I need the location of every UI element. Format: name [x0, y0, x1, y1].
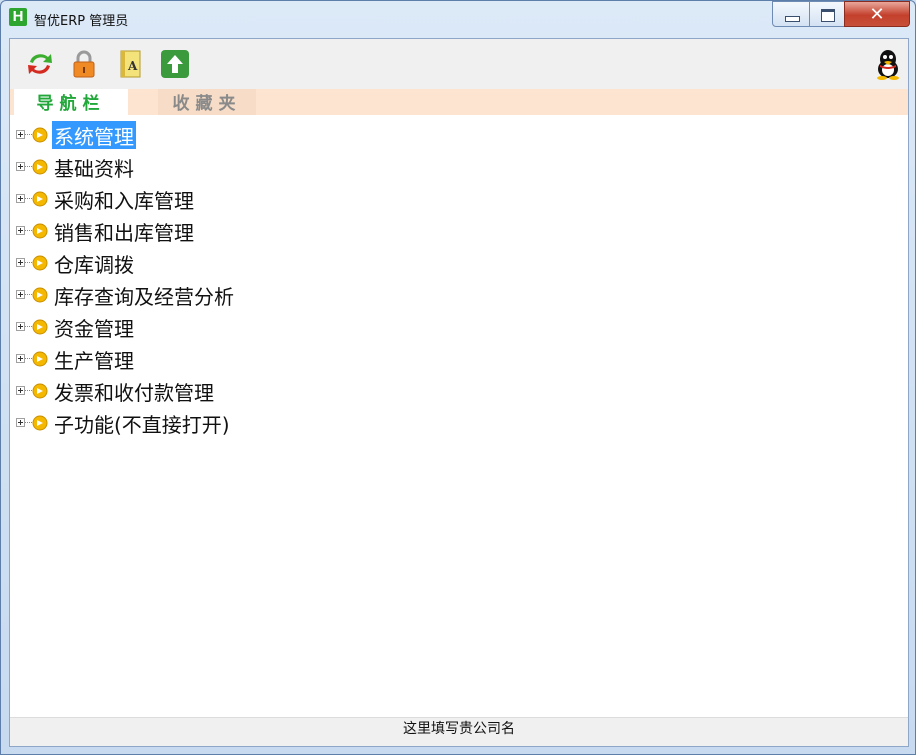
- tree-node-label[interactable]: 资金管理: [52, 313, 136, 341]
- close-button[interactable]: ✕: [844, 1, 910, 27]
- expand-plus-icon[interactable]: [16, 130, 25, 139]
- lock-icon[interactable]: [68, 48, 100, 80]
- minimize-button[interactable]: [772, 1, 810, 27]
- svg-text:A: A: [127, 59, 138, 73]
- tree-connector: [25, 262, 32, 263]
- tree-connector: [25, 134, 32, 135]
- expand-plus-icon[interactable]: [16, 258, 25, 267]
- tree-node-label[interactable]: 子功能(不直接打开): [52, 409, 232, 437]
- folder-arrow-icon: [32, 415, 48, 431]
- tab-navigation[interactable]: 导航栏: [14, 89, 128, 115]
- tree-node-label[interactable]: 基础资料: [52, 153, 136, 181]
- status-bar: 这里填写贵公司名: [10, 717, 908, 746]
- tree-node[interactable]: 基础资料: [10, 151, 410, 183]
- book-icon[interactable]: A: [114, 48, 146, 80]
- qq-penguin-icon[interactable]: [872, 48, 904, 80]
- tree-node-label[interactable]: 库存查询及经营分析: [52, 281, 236, 309]
- tree-node[interactable]: 发票和收付款管理: [10, 375, 410, 407]
- expand-plus-icon[interactable]: [16, 386, 25, 395]
- tree-node[interactable]: 生产管理: [10, 343, 410, 375]
- expand-plus-icon[interactable]: [16, 194, 25, 203]
- folder-arrow-icon: [32, 287, 48, 303]
- folder-arrow-icon: [32, 351, 48, 367]
- expand-plus-icon[interactable]: [16, 226, 25, 235]
- tree-node[interactable]: 销售和出库管理: [10, 215, 410, 247]
- folder-arrow-icon: [32, 383, 48, 399]
- folder-arrow-icon: [32, 319, 48, 335]
- upload-icon[interactable]: [159, 48, 191, 80]
- toolbar: A: [10, 39, 908, 89]
- tree-node[interactable]: 库存查询及经营分析: [10, 279, 410, 311]
- company-name: 这里填写贵公司名: [403, 721, 515, 737]
- tree-node[interactable]: 采购和入库管理: [10, 183, 410, 215]
- client-area: A 导航栏 收藏夹 系统管理基础资料采购和入库管理 销售和出库管理 仓库调拨库存查询…: [9, 38, 909, 747]
- tree-node[interactable]: 仓库调拨: [10, 247, 410, 279]
- app-window: H 智优ERP 管理员 ✕ A 导航栏 收藏夹 系统管理 基础资料 采购和入库管…: [0, 0, 916, 755]
- expand-plus-icon[interactable]: [16, 418, 25, 427]
- expand-plus-icon[interactable]: [16, 290, 25, 299]
- tree-connector: [25, 166, 32, 167]
- maximize-button[interactable]: [809, 1, 845, 27]
- folder-arrow-icon: [32, 255, 48, 271]
- tree-node[interactable]: 系统管理: [10, 119, 410, 151]
- folder-arrow-icon: [32, 159, 48, 175]
- tree-connector: [25, 390, 32, 391]
- refresh-icon[interactable]: [24, 48, 56, 80]
- tree-node-label[interactable]: 系统管理: [52, 121, 136, 149]
- expand-plus-icon[interactable]: [16, 162, 25, 171]
- tree-node[interactable]: 资金管理: [10, 311, 410, 343]
- tree-connector: [25, 294, 32, 295]
- tree-node-label[interactable]: 采购和入库管理: [52, 185, 196, 213]
- tree-node-label[interactable]: 发票和收付款管理: [52, 377, 216, 405]
- tree-connector: [25, 326, 32, 327]
- folder-arrow-icon: [32, 223, 48, 239]
- tab-bar: 导航栏 收藏夹: [10, 89, 908, 115]
- tree-node-label[interactable]: 生产管理: [52, 345, 136, 373]
- tab-favorites[interactable]: 收藏夹: [158, 89, 256, 115]
- tree-connector: [25, 230, 32, 231]
- tree-node-label[interactable]: 仓库调拨: [52, 249, 136, 277]
- tree-node-label[interactable]: 销售和出库管理: [52, 217, 196, 245]
- window-title: 智优ERP 管理员: [34, 14, 129, 29]
- folder-arrow-icon: [32, 191, 48, 207]
- tree-connector: [25, 422, 32, 423]
- folder-arrow-icon: [32, 127, 48, 143]
- close-icon: ✕: [869, 4, 885, 25]
- title-bar[interactable]: H 智优ERP 管理员 ✕: [1, 1, 915, 35]
- tree-node[interactable]: 子功能(不直接打开): [10, 407, 410, 439]
- tree-connector: [25, 358, 32, 359]
- expand-plus-icon[interactable]: [16, 354, 25, 363]
- app-logo-icon: H: [9, 8, 27, 26]
- tree-connector: [25, 198, 32, 199]
- expand-plus-icon[interactable]: [16, 322, 25, 331]
